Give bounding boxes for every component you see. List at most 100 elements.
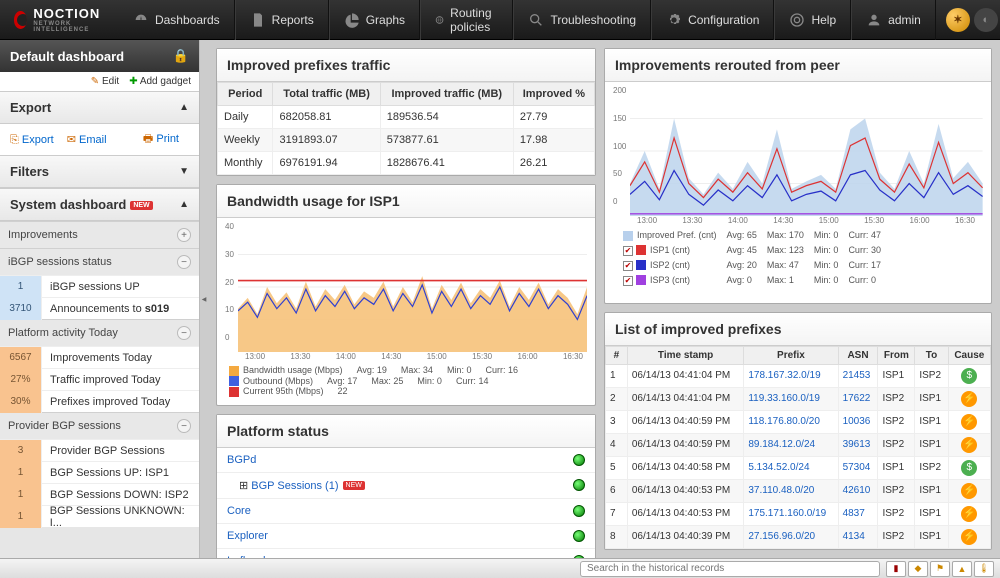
status-row[interactable]: Irpflowd bbox=[217, 548, 595, 558]
link-cell[interactable]: 4134 bbox=[843, 531, 865, 542]
status-icon-2[interactable]: ◆ bbox=[908, 561, 928, 577]
link-cell[interactable]: 57304 bbox=[843, 462, 871, 473]
table-row[interactable]: 406/14/13 04:40:59 PM89.184.12.0/2439613… bbox=[606, 433, 991, 456]
export-link[interactable]: ⎘ Export bbox=[10, 134, 54, 146]
logo[interactable]: NOCTION NETWORK INTELLIGENCE bbox=[0, 6, 119, 33]
col-header[interactable]: To bbox=[915, 346, 948, 364]
link-cell[interactable]: 178.167.32.0/19 bbox=[748, 370, 820, 381]
alert-icon[interactable]: ✶ bbox=[946, 8, 970, 32]
link-cell[interactable]: 37.110.48.0/20 bbox=[748, 485, 814, 496]
link-cell[interactable]: 17622 bbox=[843, 393, 871, 404]
nav-label: Configuration bbox=[688, 13, 759, 27]
nav-troubleshooting[interactable]: Troubleshooting bbox=[513, 0, 651, 40]
status-row[interactable]: Explorer bbox=[217, 523, 595, 548]
section-system-dashboard[interactable]: System dashboardNEW ▲ bbox=[0, 188, 199, 221]
status-dot-icon bbox=[573, 454, 585, 466]
sidebar: Default dashboard 🔒 ✎ Edit ✚ Add gadget … bbox=[0, 40, 200, 558]
nav-configuration[interactable]: Configuration bbox=[651, 0, 774, 40]
sidebar-row[interactable]: 1BGP Sessions DOWN: ISP2 bbox=[0, 483, 199, 505]
status-icon-5[interactable]: 🌡 bbox=[974, 561, 994, 577]
status-row[interactable]: BGPd bbox=[217, 448, 595, 472]
link-cell[interactable]: 89.184.12.0/24 bbox=[748, 439, 815, 450]
section-label: System dashboardNEW bbox=[10, 197, 153, 212]
status-row[interactable]: Core bbox=[217, 498, 595, 523]
email-link[interactable]: ✉ Email bbox=[67, 134, 107, 146]
panel-platform-status: Platform status BGPd⊞ BGP Sessions (1)NE… bbox=[216, 414, 596, 558]
link-cell[interactable]: 27.156.96.0/20 bbox=[748, 531, 815, 542]
status-name: Explorer bbox=[227, 530, 268, 542]
link-cell[interactable]: 118.176.80.0/20 bbox=[748, 416, 820, 427]
link-cell[interactable]: 21453 bbox=[843, 370, 871, 381]
status-icon[interactable]: ◐ bbox=[974, 8, 998, 32]
nav-help[interactable]: Help bbox=[774, 0, 851, 40]
table-row[interactable]: 706/14/13 04:40:53 PM175.171.160.0/19483… bbox=[606, 502, 991, 525]
nav-label: Routing policies bbox=[450, 6, 498, 34]
section-export[interactable]: Export ▲ bbox=[0, 91, 199, 124]
col-header[interactable]: ASN bbox=[838, 346, 878, 364]
collapse-icon[interactable]: − bbox=[177, 419, 191, 433]
expand-icon[interactable]: + bbox=[177, 228, 191, 242]
table-row[interactable]: 806/14/13 04:40:39 PM27.156.96.0/204134I… bbox=[606, 525, 991, 548]
status-icon-3[interactable]: ⚑ bbox=[930, 561, 950, 577]
print-link[interactable]: 🖶 Print bbox=[143, 130, 179, 149]
col-header[interactable]: Time stamp bbox=[627, 346, 744, 364]
col-header[interactable]: From bbox=[878, 346, 915, 364]
sidebar-row[interactable]: 1BGP Sessions UNKNOWN: I... bbox=[0, 505, 199, 527]
collapse-icon[interactable]: − bbox=[177, 255, 191, 269]
col-header[interactable]: Improved % bbox=[513, 83, 594, 106]
lock-icon[interactable]: 🔒 bbox=[173, 48, 189, 64]
link-cell[interactable]: 42610 bbox=[843, 485, 871, 496]
status-icon-1[interactable]: ▮ bbox=[886, 561, 906, 577]
sidebar-row[interactable]: 3710Announcements to s019 bbox=[0, 297, 199, 319]
nav-graphs[interactable]: Graphs bbox=[329, 0, 420, 40]
sidebar-row[interactable]: 1BGP Sessions UP: ISP1 bbox=[0, 461, 199, 483]
nav-user[interactable]: admin bbox=[851, 0, 936, 40]
edit-button[interactable]: ✎ Edit bbox=[91, 76, 119, 87]
add-gadget-button[interactable]: ✚ Add gadget bbox=[129, 76, 191, 87]
link-cell[interactable]: 10036 bbox=[843, 416, 871, 427]
count-badge: 1 bbox=[0, 462, 42, 484]
section-label: Export bbox=[10, 100, 51, 115]
group-improvements[interactable]: Improvements + bbox=[0, 221, 199, 248]
sidebar-row[interactable]: 27%Traffic improved Today bbox=[0, 368, 199, 390]
prefix-list-table: #Time stampPrefixASNFromToCause 106/14/1… bbox=[605, 346, 991, 549]
col-header[interactable]: Prefix bbox=[744, 346, 838, 364]
nav-reports[interactable]: Reports bbox=[235, 0, 329, 40]
table-row[interactable]: 506/14/13 04:40:58 PM5.134.52.0/2457304I… bbox=[606, 456, 991, 479]
bandwidth-chart[interactable] bbox=[238, 222, 587, 352]
table-row[interactable]: 106/14/13 04:41:04 PM178.167.32.0/192145… bbox=[606, 364, 991, 387]
topbar: NOCTION NETWORK INTELLIGENCE Dashboards … bbox=[0, 0, 1000, 40]
col-header[interactable]: Improved traffic (MB) bbox=[380, 83, 513, 106]
search-input[interactable] bbox=[580, 561, 880, 577]
link-cell[interactable]: 39613 bbox=[843, 439, 871, 450]
collapse-icon[interactable]: − bbox=[177, 326, 191, 340]
col-header[interactable]: Cause bbox=[948, 346, 990, 364]
link-cell[interactable]: 5.134.52.0/24 bbox=[748, 462, 809, 473]
table-row[interactable]: 906/14/13 04:40:39 PM85.137.32.0/196739I… bbox=[606, 548, 991, 549]
table-row[interactable]: 306/14/13 04:40:59 PM118.176.80.0/201003… bbox=[606, 410, 991, 433]
col-header[interactable]: # bbox=[606, 346, 628, 364]
nav-routing[interactable]: Routing policies bbox=[420, 0, 513, 40]
sidebar-splitter[interactable] bbox=[200, 40, 208, 558]
link-cell[interactable]: 175.171.160.0/19 bbox=[748, 508, 826, 519]
row-label: BGP Sessions DOWN: ISP2 bbox=[42, 489, 189, 501]
sidebar-row[interactable]: 1iBGP sessions UP bbox=[0, 275, 199, 297]
section-filters[interactable]: Filters ▼ bbox=[0, 155, 199, 188]
table-row[interactable]: 206/14/13 04:41:04 PM119.33.160.0/191762… bbox=[606, 387, 991, 410]
group-platform-activity[interactable]: Platform activity Today − bbox=[0, 319, 199, 346]
col-header[interactable]: Period bbox=[218, 83, 273, 106]
col-header[interactable]: Total traffic (MB) bbox=[273, 83, 380, 106]
sidebar-row[interactable]: 30%Prefixes improved Today bbox=[0, 390, 199, 412]
nav-dashboards[interactable]: Dashboards bbox=[119, 0, 235, 40]
group-ibgp[interactable]: iBGP sessions status − bbox=[0, 248, 199, 275]
status-icon-4[interactable]: ▲ bbox=[952, 561, 972, 577]
status-row[interactable]: ⊞ BGP Sessions (1)NEW bbox=[217, 472, 595, 498]
link-cell[interactable]: 119.33.160.0/19 bbox=[748, 393, 820, 404]
rerouted-chart[interactable] bbox=[630, 86, 983, 216]
link-cell[interactable]: 4837 bbox=[843, 508, 865, 519]
group-provider-bgp[interactable]: Provider BGP sessions − bbox=[0, 412, 199, 439]
status-dot-icon bbox=[573, 555, 585, 558]
table-row[interactable]: 606/14/13 04:40:53 PM37.110.48.0/2042610… bbox=[606, 479, 991, 502]
sidebar-row[interactable]: 6567Improvements Today bbox=[0, 346, 199, 368]
sidebar-row[interactable]: 3Provider BGP Sessions bbox=[0, 439, 199, 461]
